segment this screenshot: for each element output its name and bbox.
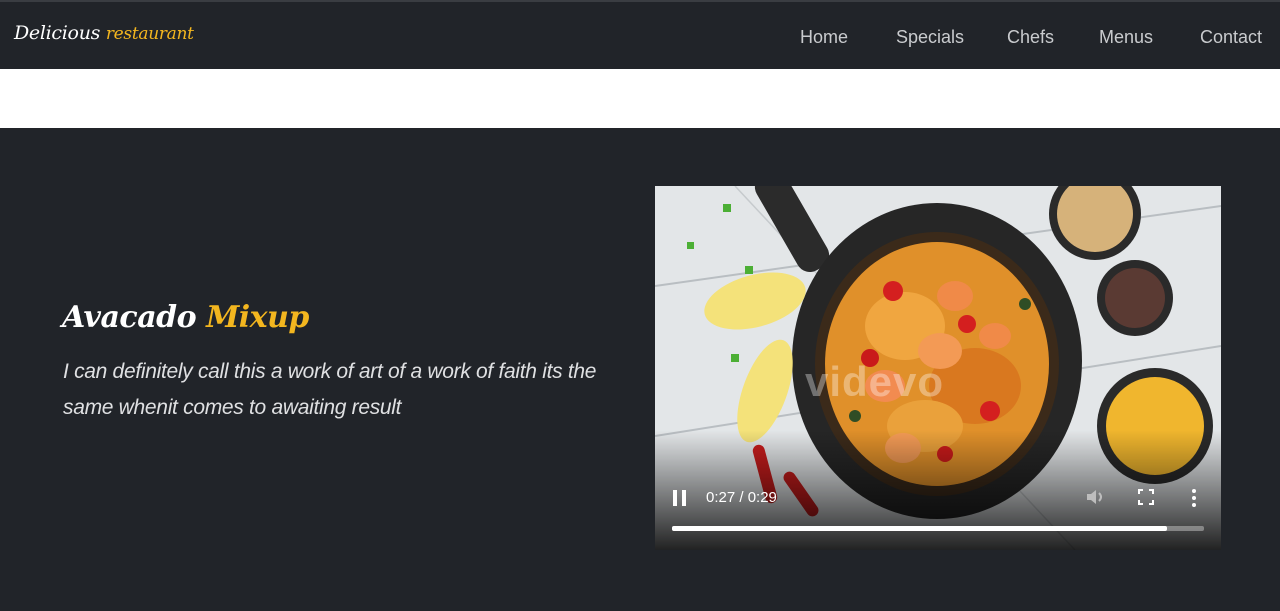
spacer-band [0, 69, 1280, 128]
nav-link-specials[interactable]: Specials [896, 27, 964, 48]
hero-title: Avacado Mixup [62, 300, 309, 335]
more-options-icon[interactable] [1191, 488, 1197, 508]
nav-link-home[interactable]: Home [800, 27, 848, 48]
progress-bar[interactable] [672, 526, 1204, 531]
volume-icon[interactable] [1085, 487, 1105, 507]
nav-link-menus[interactable]: Menus [1099, 27, 1153, 48]
progress-fill [672, 526, 1167, 531]
nav-menu: Home Specials Chefs Menus Contact [0, 27, 1280, 51]
fullscreen-icon[interactable] [1138, 489, 1154, 505]
pause-icon[interactable] [673, 490, 687, 506]
video-player[interactable]: videvo 0:27 / 0:29 [655, 186, 1221, 550]
watermark-text: videvo [805, 358, 945, 405]
video-controls: 0:27 / 0:29 [655, 470, 1221, 550]
nav-link-chefs[interactable]: Chefs [1007, 27, 1054, 48]
hero-description: I can definitely call this a work of art… [63, 360, 597, 419]
hero-title-accent: Mixup [206, 300, 309, 335]
time-display: 0:27 / 0:29 [706, 489, 777, 506]
hero-title-main: Avacado [62, 300, 197, 335]
nav-link-contact[interactable]: Contact [1200, 27, 1262, 48]
navbar: Delicious restaurant Home Specials Chefs… [0, 0, 1280, 69]
